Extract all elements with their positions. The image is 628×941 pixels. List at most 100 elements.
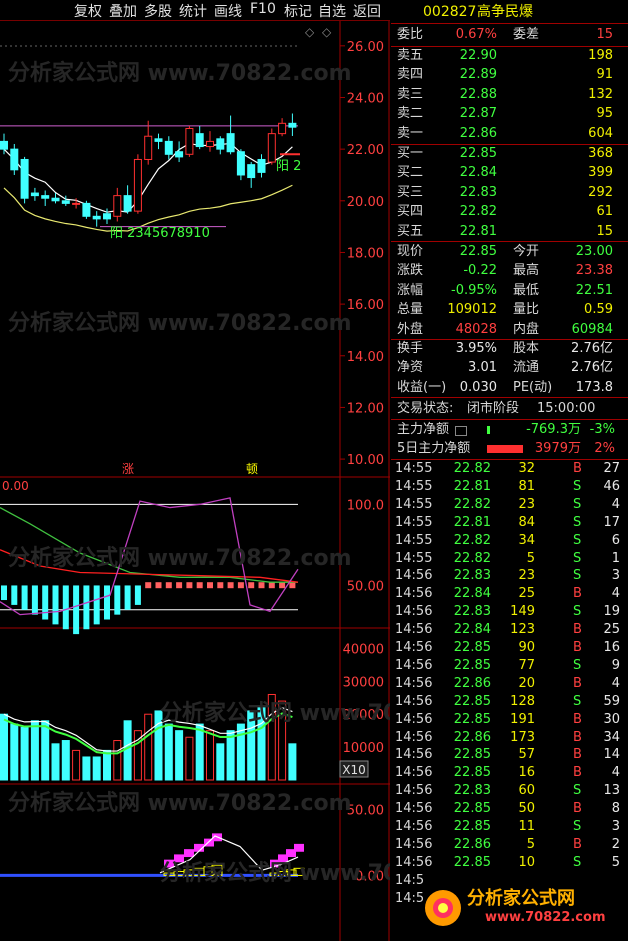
tick-direction: S [573, 550, 582, 566]
volume-bar [51, 743, 60, 781]
ask-row[interactable]: 卖四 22.89 91 [391, 65, 628, 85]
tick-row[interactable]: 14:55 22.82 5 S 1 [391, 550, 628, 568]
tick-row[interactable]: 14:55 22.82 23 S 4 [391, 496, 628, 514]
tick-count: 8 [611, 801, 620, 817]
candle-body [113, 195, 122, 217]
osc-bar [11, 585, 18, 605]
tick-row[interactable]: 14:56 22.85 10 S 5 [391, 854, 628, 872]
tb-tongji[interactable]: 统计 [179, 1, 207, 21]
quote-row: 现价 22.85 今开 23.00 [391, 242, 628, 262]
ask-price: 22.87 [459, 106, 497, 122]
ask-row[interactable]: 卖二 22.87 95 [391, 104, 628, 124]
tick-count: 4 [611, 675, 620, 691]
tick-row[interactable]: 14:56 22.84 123 B 25 [391, 621, 628, 639]
ask-volume: 91 [596, 67, 613, 83]
tick-row[interactable]: 14:55 22.81 84 S 17 [391, 514, 628, 532]
tick-row[interactable]: 14:56 22.85 77 S 9 [391, 657, 628, 675]
tick-price: 22.85 [453, 801, 491, 817]
tick-time: 14:56 [395, 657, 433, 673]
bid-row[interactable]: 买三 22.83 292 [391, 183, 628, 203]
tick-price: 22.83 [453, 604, 491, 620]
bid-row[interactable]: 买一 22.85 368 [391, 144, 628, 164]
quote-value: 0.59 [584, 302, 613, 318]
tick-row[interactable]: 14:55 22.82 34 S 6 [391, 532, 628, 550]
tick-count: 2 [611, 836, 620, 852]
tick-row[interactable]: 14:56 22.85 128 S 59 [391, 693, 628, 711]
tick-count: 9 [611, 657, 620, 673]
tick-row[interactable]: 14:55 22.81 81 S 46 [391, 478, 628, 496]
tick-row[interactable]: 14:5 [391, 872, 628, 890]
tick-price: 22.85 [453, 657, 491, 673]
ask-row[interactable]: 卖五 22.90 198 [391, 46, 628, 66]
tick-time: 14:56 [395, 586, 433, 602]
bid-label: 买三 [397, 184, 424, 200]
bid-row[interactable]: 买五 22.81 15 [391, 222, 628, 242]
tick-row[interactable]: 14:56 22.85 90 B 16 [391, 639, 628, 657]
tb-fanhui[interactable]: 返回 [353, 1, 381, 21]
tick-row[interactable]: 14:56 22.85 57 B 14 [391, 746, 628, 764]
osc-bar [289, 582, 296, 589]
tick-row[interactable]: 14:56 22.84 25 B 4 [391, 585, 628, 603]
tick-volume: 23 [518, 496, 535, 512]
fundamental-label: 净资 [397, 360, 424, 376]
ask-label: 卖一 [397, 125, 424, 141]
osc-bar [258, 582, 265, 589]
candle-body [82, 202, 91, 217]
quote-label: 外盘 [397, 321, 424, 337]
watermark-text: 分析家公式网 www.70822.com [160, 700, 390, 726]
volume-bar [206, 730, 214, 781]
fundamental-row: 净资 3.01 流通 2.76亿 [391, 358, 628, 378]
trade-status: 交易状态: 闭市阶段 15:00:00 [391, 399, 628, 419]
main-net-5d-value: 3979万 [534, 441, 581, 456]
tick-direction: B [573, 765, 582, 781]
tick-row[interactable]: 14:56 22.83 23 S 3 [391, 567, 628, 585]
bid-row[interactable]: 买二 22.84 399 [391, 163, 628, 183]
candle-annotation: 阳 2 [276, 159, 301, 174]
osc-bar [165, 582, 172, 589]
chart-canvas[interactable]: 26.00 24.00 22.00 20.00 18.00 16.00 14.00 12.00… [0, 0, 390, 941]
osc-bar [217, 582, 224, 589]
tick-direction: S [573, 478, 582, 494]
volume-bar [113, 740, 122, 781]
tb-zixuan[interactable]: 自选 [318, 1, 346, 21]
tick-direction: B [573, 801, 582, 817]
quote-value: 48028 [455, 321, 497, 337]
tick-row[interactable]: 14:56 22.85 191 B 30 [391, 711, 628, 729]
tick-row[interactable]: 14:56 22.85 50 B 8 [391, 800, 628, 818]
candle-body [236, 151, 245, 176]
osc-bar [114, 585, 121, 615]
tick-row[interactable]: 14:56 22.86 20 B 4 [391, 675, 628, 693]
tick-price: 22.83 [453, 568, 491, 584]
tick-price: 22.84 [453, 622, 491, 638]
tick-direction: S [573, 604, 582, 620]
candle-body [226, 133, 235, 153]
volume-bar [92, 756, 101, 781]
tb-diejia[interactable]: 叠加 [109, 1, 137, 21]
tick-price: 22.85 [453, 854, 491, 870]
tb-fuquan[interactable]: 复权 [74, 1, 102, 21]
tick-volume: 81 [518, 478, 535, 494]
bid-row[interactable]: 买四 22.82 61 [391, 202, 628, 222]
tick-row[interactable]: 14:56 22.85 11 S 3 [391, 818, 628, 836]
tick-row[interactable]: 14:5 [391, 890, 628, 908]
tick-row[interactable]: 14:56 22.83 60 S 13 [391, 782, 628, 800]
quote-value: -0.95% [451, 282, 497, 298]
osc-bar [134, 585, 141, 605]
tick-time: 14:56 [395, 675, 433, 691]
tick-time: 14:56 [395, 711, 433, 727]
osc-bar [62, 585, 69, 630]
tick-row[interactable]: 14:56 22.85 16 B 4 [391, 764, 628, 782]
tb-f10[interactable]: F10 [250, 1, 276, 17]
main-net-label: 主力净额 [397, 422, 450, 437]
ask-row[interactable]: 卖三 22.88 132 [391, 85, 628, 105]
ask-row[interactable]: 卖一 22.86 604 [391, 124, 628, 144]
tb-huaxian[interactable]: 画线 [214, 1, 242, 21]
tb-biaoji[interactable]: 标记 [284, 1, 312, 21]
tick-count: 59 [603, 693, 620, 709]
tick-row[interactable]: 14:56 22.86 5 B 2 [391, 836, 628, 854]
chart-panel[interactable]: 26.00 24.00 22.00 20.00 18.00 16.00 14.00 12.00… [0, 0, 390, 941]
tick-row[interactable]: 14:55 22.82 32 B 27 [391, 460, 628, 478]
tick-row[interactable]: 14:56 22.83 149 S 19 [391, 603, 628, 621]
tb-duogu[interactable]: 多股 [144, 1, 172, 21]
tick-row[interactable]: 14:56 22.86 173 B 34 [391, 729, 628, 747]
